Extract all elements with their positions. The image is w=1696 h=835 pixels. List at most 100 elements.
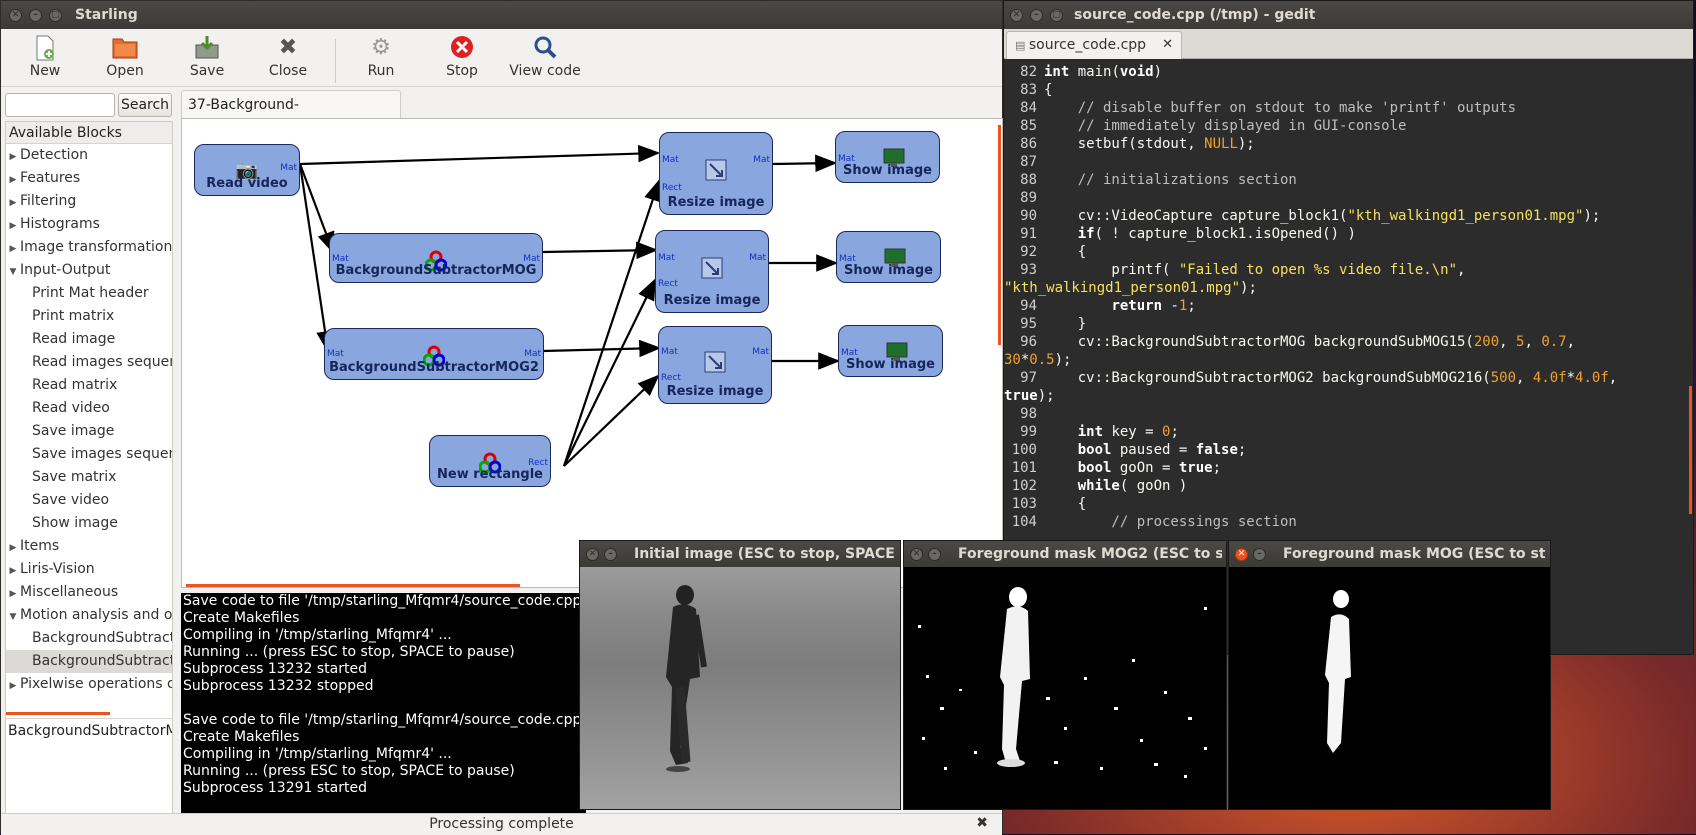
collapsed-arrow-icon[interactable]: ▶	[6, 537, 20, 558]
window-close-icon[interactable]: ✕	[1010, 9, 1023, 22]
search-input[interactable]	[5, 93, 115, 117]
window-maximize-icon[interactable]: □	[49, 9, 62, 22]
code-line[interactable]: 98	[1004, 405, 1693, 423]
gedit-titlebar[interactable]: ✕ – □ source_code.cpp (/tmp) - gedit	[1004, 1, 1693, 29]
code-line[interactable]: 95 }	[1004, 315, 1693, 333]
block-show-image-1[interactable]: Mat Show image	[835, 131, 940, 183]
code-line[interactable]: 89	[1004, 189, 1693, 207]
code-line[interactable]: 83 {	[1004, 81, 1693, 99]
canvas-vscrollbar[interactable]	[998, 125, 1001, 345]
code-line[interactable]: 102 while( goOn )	[1004, 477, 1693, 495]
port-in-mat[interactable]: Mat	[661, 347, 678, 357]
graph-canvas[interactable]: 📷 Mat Read video Mat Mat BackgroundSubtr…	[181, 118, 1003, 588]
view-code-button[interactable]: View code	[505, 35, 585, 79]
tree-scrollbar[interactable]	[6, 712, 110, 715]
code-line[interactable]: 97 cv::BackgroundSubtractorMOG2 backgrou…	[1004, 369, 1693, 405]
editor-scrollbar[interactable]	[1689, 386, 1692, 514]
image-window-titlebar[interactable]: ✕ – Foreground mask MOG2 (ESC to stop, S…	[904, 541, 1226, 567]
port-in-mat[interactable]: Mat	[658, 253, 675, 263]
tree-item[interactable]: Read video	[6, 397, 172, 420]
block-bgs-mog2[interactable]: Mat Mat BackgroundSubtractorMOG2	[324, 328, 544, 380]
tree-item[interactable]: Print Mat header	[6, 282, 172, 305]
block-resize-image-3[interactable]: Mat Rect Mat Resize image	[658, 326, 772, 404]
port-out-mat[interactable]: Mat	[752, 347, 769, 357]
window-minimize-icon[interactable]: –	[604, 548, 617, 561]
collapsed-arrow-icon[interactable]: ▶	[6, 146, 20, 167]
code-line[interactable]: 85 // immediately displayed in GUI-conso…	[1004, 117, 1693, 135]
close-icon[interactable]: ✖	[976, 815, 988, 831]
tree-category[interactable]: ▶ Liris-Vision	[6, 558, 172, 581]
tree-category[interactable]: ▶ Miscellaneous	[6, 581, 172, 604]
block-resize-image-1[interactable]: Mat Rect Mat Resize image	[659, 132, 773, 215]
close-button[interactable]: ✖ Close	[250, 35, 326, 79]
canvas-hscrollbar[interactable]	[186, 584, 520, 587]
tree-item[interactable]: Save video	[6, 489, 172, 512]
window-minimize-icon[interactable]: –	[29, 9, 42, 22]
tab-source-code[interactable]: ▤ source_code.cpp ✕	[1006, 31, 1182, 59]
tree-item[interactable]: Save images sequence	[6, 443, 172, 466]
tree-category[interactable]: ▶ Filtering	[6, 190, 172, 213]
search-button[interactable]: Search	[118, 93, 172, 117]
block-show-image-3[interactable]: Mat Show image	[838, 325, 943, 377]
tree-category[interactable]: ▼Motion analysis and object tracking	[6, 604, 172, 627]
image-window-titlebar[interactable]: ✕ – Initial image (ESC to stop, SPACE to…	[580, 541, 900, 567]
port-in-rect[interactable]: Rect	[661, 373, 681, 383]
code-line[interactable]: 96 cv::BackgroundSubtractorMOG backgroun…	[1004, 333, 1693, 369]
tree-item[interactable]: Save image	[6, 420, 172, 443]
tree-category[interactable]: ▶ Image transformations	[6, 236, 172, 259]
window-close-icon[interactable]: ✕	[910, 548, 923, 561]
code-line[interactable]: 88 // initializations section	[1004, 171, 1693, 189]
collapsed-arrow-icon[interactable]: ▶	[6, 169, 20, 190]
port-out-mat[interactable]: Mat	[749, 253, 766, 263]
tree-item[interactable]: Read images sequence	[6, 351, 172, 374]
tree-category[interactable]: ▶Pixelwise operations on images	[6, 673, 172, 696]
tree-category[interactable]: ▶ Items	[6, 535, 172, 558]
window-close-icon[interactable]: ✕	[586, 548, 599, 561]
code-line[interactable]: 94 return -1;	[1004, 297, 1693, 315]
collapsed-arrow-icon[interactable]: ▶	[6, 238, 20, 259]
code-line[interactable]: 100 bool paused = false;	[1004, 441, 1693, 459]
code-line[interactable]: 87	[1004, 153, 1693, 171]
tree-item[interactable]: Save matrix	[6, 466, 172, 489]
window-minimize-icon[interactable]: –	[1253, 548, 1266, 561]
window-maximize-icon[interactable]: □	[1050, 9, 1063, 22]
collapsed-arrow-icon[interactable]: ▶	[6, 675, 20, 696]
window-minimize-icon[interactable]: –	[928, 548, 941, 561]
collapsed-arrow-icon[interactable]: ▶	[6, 560, 20, 581]
save-button[interactable]: Save	[169, 35, 245, 79]
code-line[interactable]: 90 cv::VideoCapture capture_block1("kth_…	[1004, 207, 1693, 225]
port-out-mat[interactable]: Mat	[753, 155, 770, 165]
port-in-mat[interactable]: Mat	[662, 155, 679, 165]
code-line[interactable]: 82 int main(void)	[1004, 63, 1693, 81]
code-line[interactable]: 93 printf( "Failed to open %s video file…	[1004, 261, 1693, 297]
open-button[interactable]: Open	[87, 35, 163, 79]
tab-close-icon[interactable]: ✕	[1162, 32, 1173, 58]
port-in-mat[interactable]: Mat	[327, 349, 344, 359]
collapsed-arrow-icon[interactable]: ▶	[6, 215, 20, 236]
code-line[interactable]: 91 if( ! capture_block1.isOpened() )	[1004, 225, 1693, 243]
code-line[interactable]: 92 {	[1004, 243, 1693, 261]
expanded-arrow-icon[interactable]: ▼	[6, 261, 20, 282]
block-new-rectangle[interactable]: Rect New rectangle	[429, 435, 551, 487]
tree-item[interactable]: Show image	[6, 512, 172, 535]
tab-document[interactable]: 37-Background-subtraction.hrp	[181, 90, 401, 141]
collapsed-arrow-icon[interactable]: ▶	[6, 583, 20, 604]
code-line[interactable]: 99 int key = 0;	[1004, 423, 1693, 441]
code-line[interactable]: 101 bool goOn = true;	[1004, 459, 1693, 477]
tree-item[interactable]: Read matrix	[6, 374, 172, 397]
tree-category[interactable]: ▶ Histograms	[6, 213, 172, 236]
starling-titlebar[interactable]: ✕ – □ Starling	[1, 1, 1002, 29]
block-read-video[interactable]: 📷 Mat Read video	[194, 144, 300, 196]
code-line[interactable]: 104 // processings section	[1004, 513, 1693, 531]
run-button[interactable]: ⚙ Run	[343, 35, 419, 79]
tree-item[interactable]: BackgroundSubtractorMOG	[6, 627, 172, 650]
code-line[interactable]: 86 setbuf(stdout, NULL);	[1004, 135, 1693, 153]
block-resize-image-2[interactable]: Mat Rect Mat Resize image	[655, 230, 769, 313]
port-out-mat[interactable]: Mat	[280, 163, 297, 173]
code-line[interactable]: 84 // disable buffer on stdout to make '…	[1004, 99, 1693, 117]
block-show-image-2[interactable]: Mat Show image	[836, 231, 941, 283]
image-window-titlebar[interactable]: ✕ – Foreground mask MOG (ESC to stop, SP…	[1229, 541, 1550, 567]
expanded-arrow-icon[interactable]: ▼	[6, 606, 20, 627]
tree-item[interactable]: BackgroundSubtractorMOG2	[6, 650, 172, 673]
port-in-rect[interactable]: Rect	[662, 183, 682, 193]
